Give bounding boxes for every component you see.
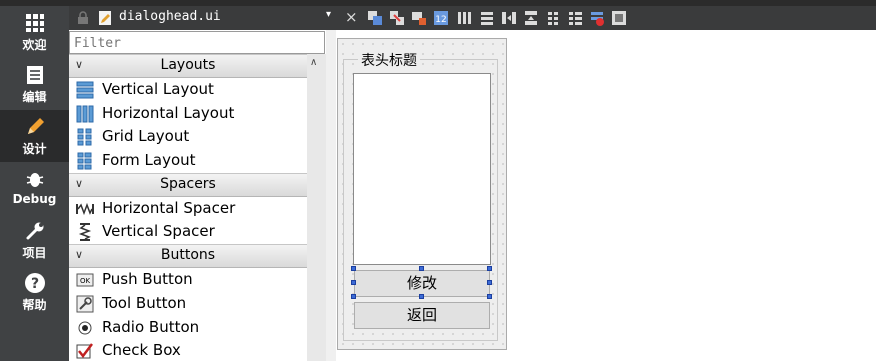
radio-button-icon	[76, 319, 94, 337]
selection-handle[interactable]	[487, 280, 492, 285]
category-label: Buttons	[160, 247, 216, 264]
horizontal-spacer-icon	[76, 200, 94, 218]
widget-item-form-layout[interactable]: Form Layout	[69, 149, 307, 173]
mode-welcome[interactable]: 欢迎	[0, 6, 69, 58]
mode-label: 设计	[22, 142, 47, 156]
mode-label: 欢迎	[22, 38, 47, 52]
horizontal-layout-icon	[76, 105, 94, 123]
filter-input[interactable]	[70, 34, 318, 53]
vertical-layout-icon	[76, 81, 94, 99]
layout-vertical-icon[interactable]	[479, 10, 495, 26]
edit-signals-slots-icon[interactable]	[389, 10, 405, 26]
modify-button[interactable]: 修改	[354, 270, 490, 297]
widget-label: Tool Button	[102, 293, 187, 312]
form-layout-icon	[76, 152, 94, 170]
mode-label: 编辑	[22, 90, 47, 104]
widget-label: Vertical Spacer	[102, 222, 215, 241]
selection-handle[interactable]	[351, 294, 356, 299]
category-header-spacers[interactable]: ∨ Spacers	[69, 172, 307, 197]
selection-handle[interactable]	[419, 294, 424, 299]
open-file-combo[interactable]: dialoghead.ui	[119, 9, 221, 24]
push-button-icon: OK	[76, 271, 94, 289]
document-icon	[0, 64, 69, 86]
chevron-down-icon[interactable]: ▾	[326, 9, 331, 20]
widget-item-check-box[interactable]: Check Box	[69, 339, 307, 361]
editor-toolbar: dialoghead.ui ▾ × 12	[69, 6, 876, 30]
category-label: Layouts	[160, 57, 216, 73]
widget-label: Horizontal Layout	[102, 103, 235, 122]
bug-icon	[0, 168, 69, 190]
widget-item-horizontal-layout[interactable]: Horizontal Layout	[69, 102, 307, 126]
widget-item-vertical-layout[interactable]: Vertical Layout	[69, 78, 307, 102]
widget-item-push-button[interactable]: OK Push Button	[69, 268, 307, 292]
widget-label: Vertical Layout	[102, 80, 214, 98]
widget-list: ∨ Layouts Vertical Layout Horizontal Lay…	[69, 54, 307, 361]
wrench-icon	[0, 220, 69, 242]
category-label: Spacers	[160, 175, 216, 192]
selection-handle[interactable]	[487, 266, 492, 271]
check-box-icon	[76, 342, 94, 360]
edit-widgets-icon[interactable]	[367, 10, 383, 26]
lock-icon	[77, 10, 89, 24]
layout-form-icon[interactable]	[567, 10, 583, 26]
widget-item-horizontal-spacer[interactable]: Horizontal Spacer	[69, 197, 307, 221]
edit-buddies-icon[interactable]	[411, 10, 427, 26]
group-box-title: 表头标题	[358, 50, 420, 70]
ui-file-icon	[99, 10, 111, 25]
widget-label: Check Box	[102, 341, 181, 360]
selection-handle[interactable]	[351, 266, 356, 271]
category-header-layouts[interactable]: ∨ Layouts	[69, 54, 307, 78]
selection-handle[interactable]	[487, 294, 492, 299]
widget-item-vertical-spacer[interactable]: Vertical Spacer	[69, 220, 307, 244]
selection-handle[interactable]	[351, 280, 356, 285]
widget-label: Grid Layout	[102, 127, 190, 146]
widget-label: Form Layout	[102, 151, 196, 170]
edit-tab-order-icon[interactable]: 12	[433, 10, 449, 26]
mode-bar: 欢迎 编辑 设计 Debug 项目 ? 帮助	[0, 6, 69, 361]
widget-item-radio-button[interactable]: Radio Button	[69, 316, 307, 340]
scroll-up-arrow-icon[interactable]: ∧	[310, 57, 317, 68]
adjust-size-icon[interactable]	[611, 10, 627, 26]
layout-vertical-splitter-icon[interactable]	[523, 10, 539, 26]
mode-help[interactable]: ? 帮助	[0, 266, 69, 318]
layout-horizontal-icon[interactable]	[457, 10, 473, 26]
vertical-spacer-icon	[76, 223, 94, 242]
help-icon: ?	[0, 272, 69, 294]
widget-label: Horizontal Spacer	[102, 198, 236, 217]
filter-field[interactable]	[69, 31, 325, 54]
svg-text:12: 12	[435, 15, 446, 25]
widget-label: Push Button	[102, 270, 193, 289]
grid-icon	[0, 12, 69, 34]
break-layout-icon[interactable]	[589, 10, 605, 26]
pencil-icon	[0, 116, 69, 138]
svg-text:OK: OK	[80, 277, 91, 285]
widget-list-scrollbar[interactable]	[307, 54, 326, 361]
back-button[interactable]: 返回	[354, 302, 490, 329]
mode-label: 项目	[22, 246, 47, 260]
tool-button-icon	[76, 295, 94, 313]
svg-text:?: ?	[30, 276, 38, 292]
layout-horizontal-splitter-icon[interactable]	[501, 10, 517, 26]
widget-label: Radio Button	[102, 317, 200, 336]
list-widget[interactable]	[353, 73, 491, 265]
mode-design[interactable]: 设计	[0, 110, 69, 162]
mode-label: Debug	[12, 192, 57, 206]
mode-edit[interactable]: 编辑	[0, 58, 69, 110]
pane-splitter[interactable]	[326, 30, 336, 361]
close-file-button[interactable]: ×	[345, 8, 358, 26]
selection-handle[interactable]	[419, 266, 424, 271]
widget-item-grid-layout[interactable]: Grid Layout	[69, 125, 307, 149]
widget-item-tool-button[interactable]: Tool Button	[69, 292, 307, 316]
grid-layout-icon	[76, 128, 94, 146]
mode-debug[interactable]: Debug	[0, 162, 69, 214]
category-header-buttons[interactable]: ∨ Buttons	[69, 244, 307, 269]
widget-box: ∨ Layouts Vertical Layout Horizontal Lay…	[69, 30, 326, 361]
mode-projects[interactable]: 项目	[0, 214, 69, 266]
mode-label: 帮助	[22, 298, 47, 312]
layout-grid-icon[interactable]	[545, 10, 561, 26]
